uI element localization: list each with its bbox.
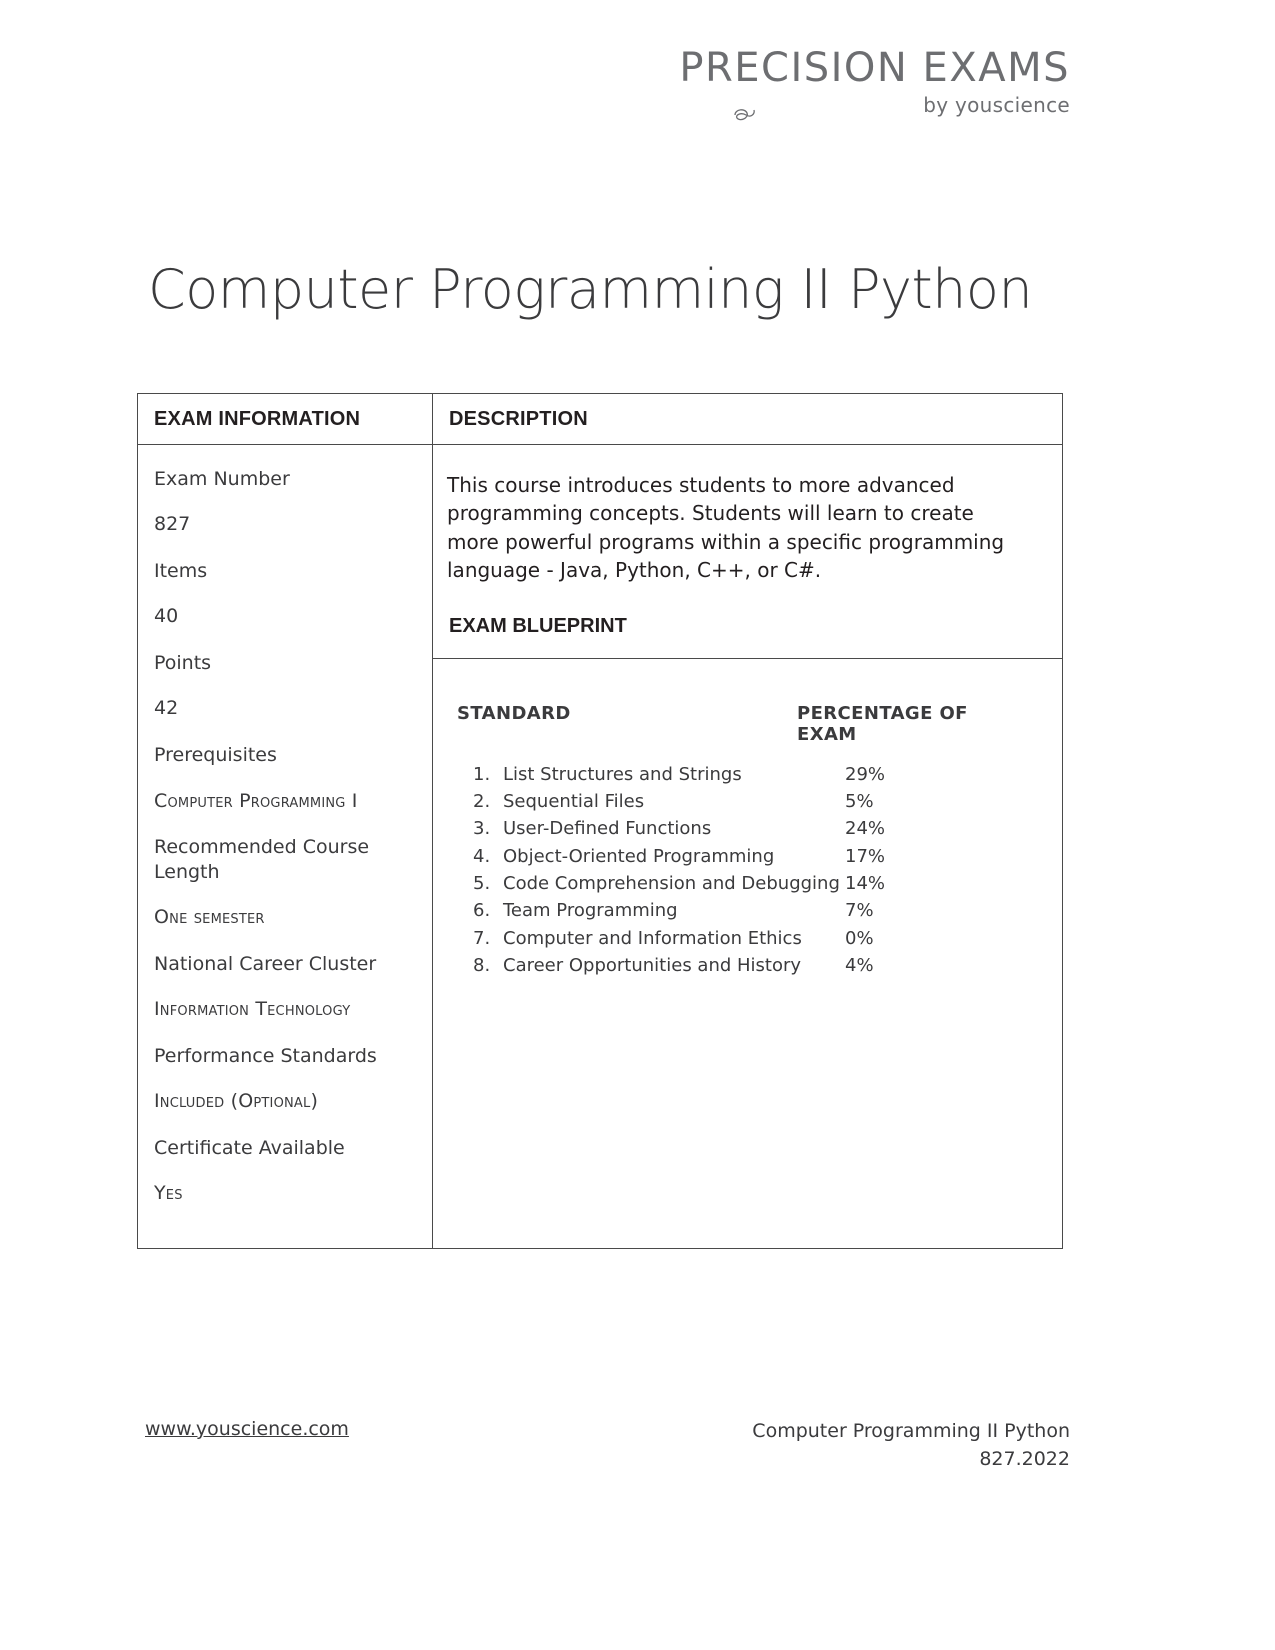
info-value: 40 <box>154 605 179 628</box>
blueprint-row-percentage: 14% <box>845 873 886 894</box>
footer-doc-title: Computer Programming II Python <box>752 1420 1070 1442</box>
info-item: Recommended Course Length One semester <box>154 835 418 929</box>
blueprint-row-standard: List Structures and Strings <box>503 763 742 785</box>
info-label: Recommended Course Length <box>154 836 370 883</box>
blueprint-row: 8. Career Opportunities and History 4% <box>455 952 1032 979</box>
brand-logo: PRECISION EXAMS by youscience <box>679 45 1070 121</box>
footer-website-link[interactable]: www.youscience.com <box>145 1418 349 1440</box>
blueprint-row-percentage: 24% <box>845 818 886 840</box>
info-label: Performance Standards <box>154 1044 377 1067</box>
brand-tagline: by youscience <box>679 93 1070 121</box>
blueprint-row-percentage: 29% <box>845 763 886 785</box>
info-value: 827 <box>154 513 191 536</box>
info-label: Items <box>154 560 208 583</box>
info-label: Prerequisites <box>154 744 277 767</box>
table-body: Exam Number 827 Items 40 Points 42 Prere… <box>138 445 1062 1248</box>
blueprint-row: 1. List Structures and Strings 29% <box>455 761 1032 788</box>
info-label: Exam Number <box>154 468 290 490</box>
exam-blueprint-cell: STANDARD PERCENTAGE OF EXAM 1. List Stru… <box>433 659 1062 1248</box>
info-value: Included (Optional) <box>154 1090 319 1112</box>
info-label: Certificate Available <box>154 1136 345 1159</box>
blueprint-row-percentage: 5% <box>845 790 874 812</box>
blueprint-row-number: 4. <box>473 845 491 867</box>
blueprint-row-number: 5. <box>473 873 491 894</box>
exam-blueprint-heading: EXAM BLUEPRINT <box>449 614 627 637</box>
exam-information-table: EXAM INFORMATION DESCRIPTION Exam Number… <box>137 393 1063 1249</box>
brand-tagline-text: by youscience <box>923 93 1070 117</box>
blueprint-header-row: STANDARD PERCENTAGE OF EXAM <box>455 703 1032 745</box>
blueprint-row: 7. Computer and Information Ethics 0% <box>455 925 1032 952</box>
youscience-swirl-icon <box>732 105 758 129</box>
blueprint-row-number: 3. <box>473 818 491 840</box>
course-description: This course introduces students to more … <box>447 473 1005 583</box>
blueprint-row-standard: Object-Oriented Programming <box>503 845 775 867</box>
column-header-description: DESCRIPTION <box>449 408 588 430</box>
footer-document-info: Computer Programming II Python 827.2022 <box>752 1418 1070 1473</box>
blueprint-row-percentage: 17% <box>845 845 886 867</box>
info-label: Points <box>154 652 212 675</box>
blueprint-row-number: 1. <box>473 763 491 785</box>
info-item: National Career Cluster Information Tech… <box>154 952 418 1022</box>
blueprint-row-number: 6. <box>473 900 491 922</box>
info-item: Exam Number 827 <box>154 467 418 537</box>
info-value: Computer Programming I <box>154 789 358 812</box>
blueprint-col-percentage: PERCENTAGE OF EXAM <box>797 702 968 745</box>
blueprint-row-number: 7. <box>473 927 491 949</box>
blueprint-row-standard: Career Opportunities and History <box>503 955 802 977</box>
blueprint-row: 4. Object-Oriented Programming 17% <box>455 843 1032 870</box>
blueprint-row-standard: Sequential Files <box>503 790 645 812</box>
info-item: Points 42 <box>154 651 418 721</box>
info-value: Information Technology <box>154 997 351 1020</box>
column-header-exam-information: EXAM INFORMATION <box>138 394 433 444</box>
blueprint-col-standard: STANDARD <box>457 702 571 724</box>
info-value: 42 <box>154 697 179 720</box>
info-item: Prerequisites Computer Programming I <box>154 743 418 813</box>
blueprint-row-standard: Code Comprehension and Debugging <box>503 873 840 894</box>
page-title: Computer Programming II Python <box>148 258 1033 321</box>
description-column: This course introduces students to more … <box>433 445 1062 1248</box>
blueprint-row-percentage: 4% <box>845 955 874 977</box>
page-footer: www.youscience.com Computer Programming … <box>145 1418 1070 1473</box>
info-label: National Career Cluster <box>154 952 377 975</box>
info-item: Performance Standards Included (Optional… <box>154 1044 418 1114</box>
table-header-row: EXAM INFORMATION DESCRIPTION <box>138 394 1062 445</box>
blueprint-row-percentage: 0% <box>845 927 874 949</box>
blueprint-row: 6. Team Programming 7% <box>455 897 1032 924</box>
blueprint-row: 3. User-Defined Functions 24% <box>455 815 1032 842</box>
blueprint-row-number: 2. <box>473 790 491 812</box>
blueprint-row: 2. Sequential Files 5% <box>455 788 1032 815</box>
blueprint-row-standard: Computer and Information Ethics <box>503 927 802 949</box>
blueprint-row-percentage: 7% <box>845 900 874 922</box>
info-item: Certificate Available Yes <box>154 1136 418 1206</box>
footer-doc-code: 827.2022 <box>979 1447 1070 1470</box>
info-item: Items 40 <box>154 559 418 629</box>
blueprint-row-number: 8. <box>473 955 491 977</box>
blueprint-row: 5. Code Comprehension and Debugging 14% <box>455 870 1032 897</box>
brand-name: PRECISION EXAMS <box>679 45 1070 91</box>
info-value: Yes <box>154 1182 183 1205</box>
exam-information-column: Exam Number 827 Items 40 Points 42 Prere… <box>138 445 433 1248</box>
description-cell: This course introduces students to more … <box>433 445 1062 659</box>
info-value: One semester <box>154 905 265 928</box>
blueprint-row-standard: User-Defined Functions <box>503 818 712 840</box>
blueprint-row-standard: Team Programming <box>503 900 678 922</box>
